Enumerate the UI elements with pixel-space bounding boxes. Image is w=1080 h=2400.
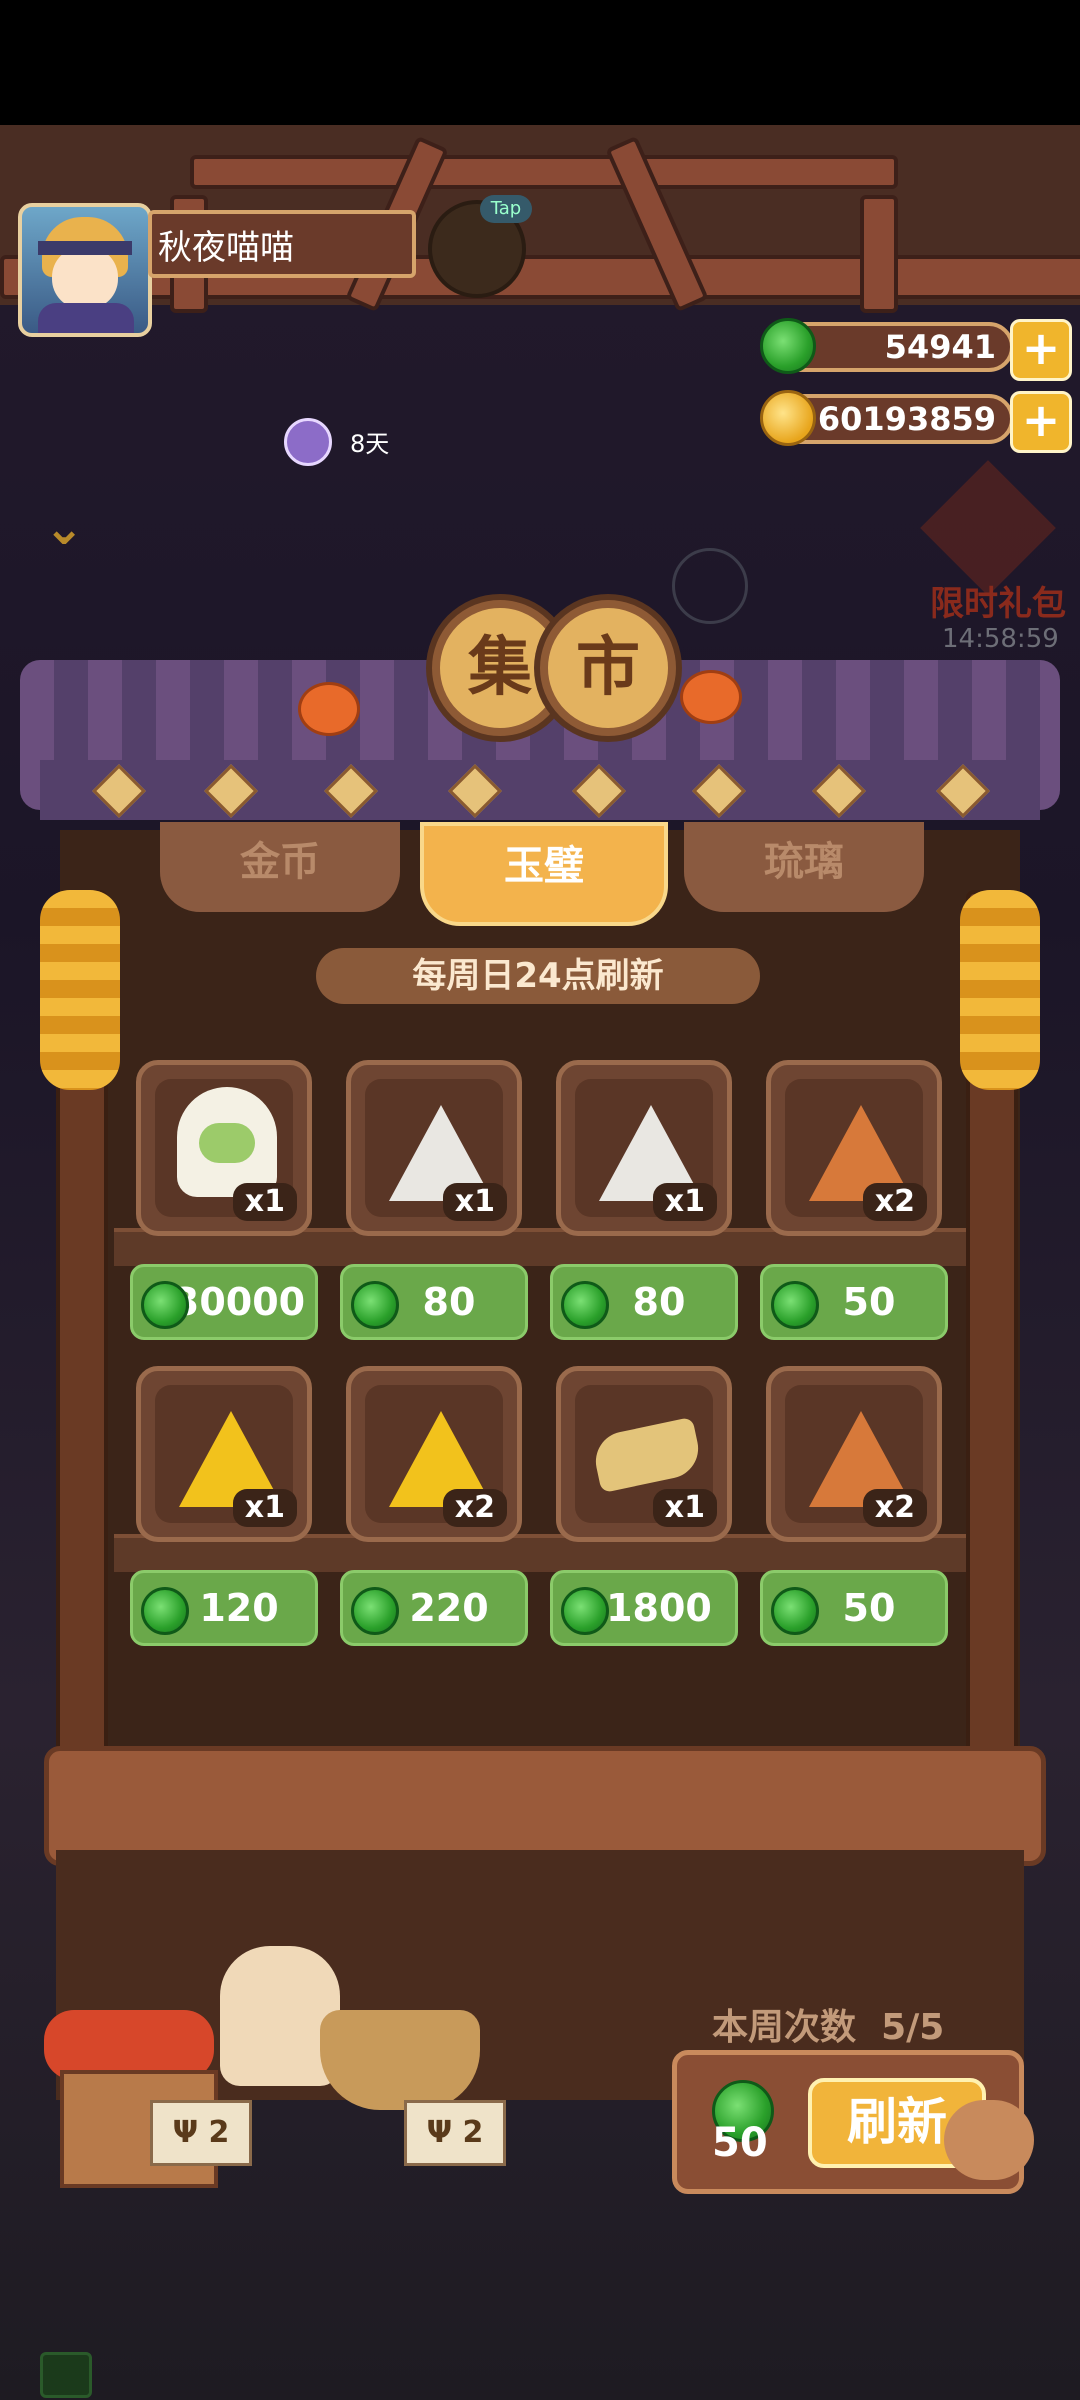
item-quantity: x2 bbox=[442, 1489, 507, 1527]
shop-item-slot[interactable]: x2 bbox=[766, 1366, 942, 1542]
tap-badge: Tap bbox=[480, 195, 532, 223]
price-button[interactable]: 50 bbox=[760, 1264, 948, 1340]
player-name: 秋夜喵喵 bbox=[148, 210, 416, 278]
shop-item-slot[interactable]: x1 bbox=[556, 1060, 732, 1236]
price-button[interactable]: 220 bbox=[340, 1570, 528, 1646]
item-quantity: x1 bbox=[652, 1183, 717, 1221]
jade-icon bbox=[760, 318, 816, 374]
jade-icon bbox=[141, 1281, 189, 1329]
price-button[interactable]: 120 bbox=[130, 1570, 318, 1646]
item-quantity: x1 bbox=[442, 1183, 507, 1221]
basket bbox=[320, 2010, 480, 2110]
doll-face bbox=[199, 1123, 255, 1163]
beam bbox=[190, 155, 898, 189]
price-value: 30000 bbox=[172, 1280, 306, 1324]
player-avatar[interactable] bbox=[18, 203, 152, 337]
chevron-down-icon[interactable]: ⌄ bbox=[44, 500, 84, 556]
shop-item-slot[interactable]: x1 bbox=[136, 1366, 312, 1542]
persimmon-decoration bbox=[680, 670, 742, 724]
jade-icon bbox=[771, 1281, 819, 1329]
pet-icon bbox=[944, 2100, 1034, 2180]
weekly-count-label: 本周次数 5/5 bbox=[712, 1998, 944, 2050]
login-days: 8天 bbox=[350, 430, 390, 458]
jade-icon bbox=[561, 1587, 609, 1635]
jade-icon bbox=[561, 1281, 609, 1329]
weekly-label: 本周次数 bbox=[712, 2007, 857, 2048]
avatar-headband bbox=[38, 241, 132, 255]
item-quantity: x1 bbox=[232, 1489, 297, 1527]
shop-item-slot[interactable]: x2 bbox=[766, 1060, 942, 1236]
companion-avatar[interactable] bbox=[284, 418, 332, 466]
shop-item-slot[interactable]: x2 bbox=[346, 1366, 522, 1542]
add-coin-button[interactable]: + bbox=[1010, 391, 1072, 453]
persimmon-decoration bbox=[298, 682, 360, 736]
item-quantity: x1 bbox=[652, 1489, 717, 1527]
market-sign-char: 市 bbox=[540, 600, 676, 736]
coin-icon bbox=[760, 390, 816, 446]
jade-icon bbox=[351, 1281, 399, 1329]
status-indicator bbox=[40, 2352, 92, 2398]
shop-item-slot[interactable]: x1 bbox=[556, 1366, 732, 1542]
stall-counter bbox=[44, 1746, 1046, 1866]
shop-item-slot[interactable]: x1 bbox=[346, 1060, 522, 1236]
price-value: 50 bbox=[842, 1280, 896, 1324]
tab-gold[interactable]: 金币 bbox=[160, 822, 400, 912]
tab-glass[interactable]: 琉璃 bbox=[684, 822, 924, 912]
crate-label: Ψ 2 bbox=[150, 2100, 252, 2166]
gift-label[interactable]: 限时礼包 bbox=[930, 576, 1066, 625]
price-button[interactable]: 80 bbox=[550, 1264, 738, 1340]
price-value: 1800 bbox=[606, 1586, 712, 1630]
weekly-count: 5/5 bbox=[881, 2007, 945, 2048]
item-quantity: x2 bbox=[862, 1489, 927, 1527]
crate-label: Ψ 2 bbox=[404, 2100, 506, 2166]
refresh-cost: 50 bbox=[712, 2120, 768, 2166]
price-value: 220 bbox=[409, 1586, 489, 1630]
beam bbox=[860, 195, 898, 313]
jade-icon bbox=[771, 1587, 819, 1635]
item-quantity: x1 bbox=[232, 1183, 297, 1221]
price-button[interactable]: 1800 bbox=[550, 1570, 738, 1646]
shop-item-slot[interactable]: x1 bbox=[136, 1060, 312, 1236]
price-value: 80 bbox=[422, 1280, 476, 1324]
price-value: 50 bbox=[842, 1586, 896, 1630]
gift-timer: 14:58:59 bbox=[942, 624, 1059, 654]
avatar-body bbox=[38, 303, 134, 333]
add-jade-button[interactable]: + bbox=[1010, 319, 1072, 381]
corn-decoration bbox=[960, 890, 1040, 1090]
avatar-face bbox=[52, 247, 118, 309]
item-quantity: x2 bbox=[862, 1183, 927, 1221]
refresh-schedule-note: 每周日24点刷新 bbox=[316, 948, 760, 1004]
roof-eave bbox=[40, 760, 1040, 820]
jade-icon bbox=[141, 1587, 189, 1635]
price-button[interactable]: 30000 bbox=[130, 1264, 318, 1340]
ghost-bubble-icon bbox=[672, 548, 748, 624]
tab-jade[interactable]: 玉璧 bbox=[420, 822, 668, 926]
price-button[interactable]: 50 bbox=[760, 1570, 948, 1646]
corn-decoration bbox=[40, 890, 120, 1090]
jade-icon bbox=[351, 1587, 399, 1635]
price-value: 120 bbox=[199, 1586, 279, 1630]
price-button[interactable]: 80 bbox=[340, 1264, 528, 1340]
price-value: 80 bbox=[632, 1280, 686, 1324]
